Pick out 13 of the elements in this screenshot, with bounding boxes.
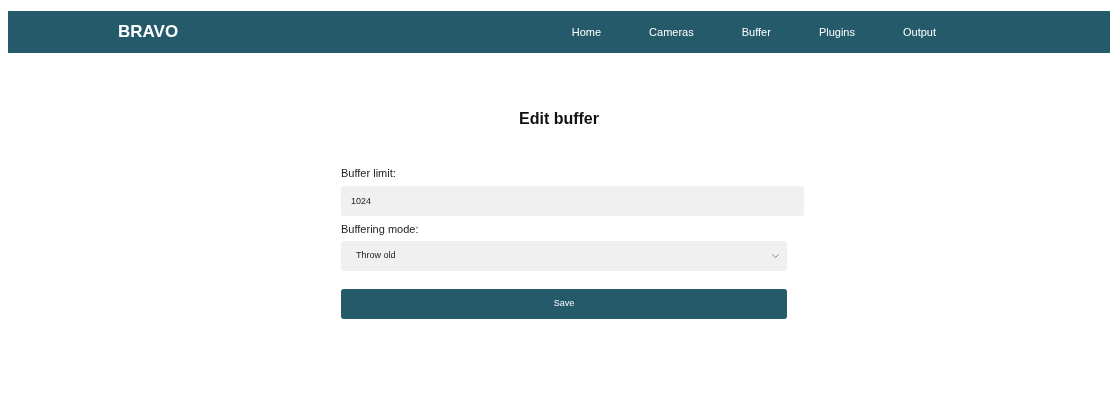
dropdown-field[interactable]: Throw old [341,241,787,272]
nav-link[interactable]: Cameras [625,23,718,41]
field-label: Buffering mode: [341,221,420,237]
save-button[interactable]: Save [341,289,787,320]
chevron-down-icon [772,254,779,259]
nav-link[interactable]: Buffer [717,23,795,41]
brand-logo[interactable]: BRAVO [118,19,179,45]
nav-link[interactable]: Plugins [794,23,879,41]
field-label: Buffer limit: [341,166,397,182]
page-title: Edit buffer [518,109,600,129]
nav-link[interactable]: Output [878,23,960,41]
input-field[interactable]: 1024 [341,185,804,216]
nav-link[interactable]: Home [547,23,626,41]
